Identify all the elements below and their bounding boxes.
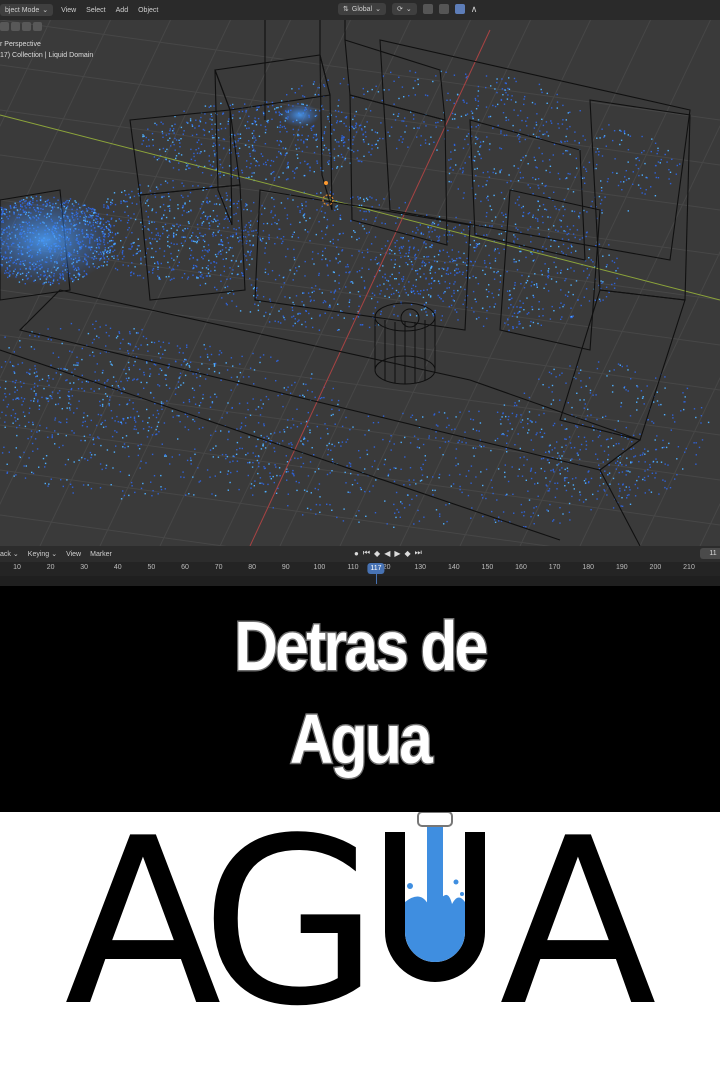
title-line-2: Agua	[50, 699, 669, 779]
select-invert-icon[interactable]	[33, 22, 42, 31]
frame-tick: 40	[114, 564, 122, 571]
title-line-1: Detras de	[50, 606, 669, 686]
play-icon[interactable]: ▶	[394, 549, 400, 558]
menu-playback-label: ack	[0, 551, 11, 558]
frame-tick: 200	[650, 564, 662, 571]
frame-tick: 130	[414, 564, 426, 571]
viewport-tool-buttons	[0, 22, 42, 31]
frame-tick: 180	[582, 564, 594, 571]
chevron-down-icon: ⌄	[406, 5, 412, 13]
frame-tick: 100	[314, 564, 326, 571]
logo-letter-a2: A	[499, 812, 656, 1057]
faucet	[418, 812, 452, 826]
next-keyframe-icon[interactable]: ◆	[405, 549, 411, 558]
snap-target-icon[interactable]	[439, 4, 449, 14]
current-frame-indicator[interactable]: 117	[367, 563, 384, 574]
menu-keying[interactable]: Keying ⌄	[28, 550, 57, 558]
orientation-label: Global	[352, 6, 372, 13]
frame-tick: 170	[549, 564, 561, 571]
frame-tick: 190	[616, 564, 628, 571]
frame-tick: 10	[13, 564, 21, 571]
logo-letter-g: G	[201, 812, 379, 1057]
playback-controls: ● ⏮ ◆ ◀ ▶ ◆ ⏭	[354, 548, 422, 558]
chevron-down-icon: ⌄	[375, 5, 381, 13]
menu-object[interactable]: Object	[138, 7, 158, 14]
agua-logo-graphic: A G A	[0, 812, 720, 1080]
frame-tick: 20	[47, 564, 55, 571]
agua-logo: A G A	[0, 812, 720, 1080]
frame-tick: 30	[80, 564, 88, 571]
viewport-header: bject Mode ⌄ View Select Add Object ⇅ Gl…	[0, 0, 720, 20]
frame-tick: 110	[347, 564, 358, 571]
chevron-down-icon: ⌄	[42, 6, 48, 14]
menu-view[interactable]: View	[66, 551, 81, 558]
frame-tick: 90	[282, 564, 290, 571]
jump-start-icon[interactable]: ⏮	[363, 548, 370, 558]
water-stream	[427, 824, 443, 909]
snap-toggle[interactable]	[423, 4, 433, 14]
chevron-down-icon: ⌄	[13, 550, 19, 558]
timeline-track-area[interactable]	[0, 576, 720, 586]
playhead[interactable]	[376, 574, 377, 584]
timeline-ruler[interactable]: 1020304050607080901001102013014015016017…	[0, 562, 720, 576]
viewport-scene	[0, 0, 720, 546]
select-subtract-icon[interactable]	[22, 22, 31, 31]
title-banner: Detras de Agua	[0, 586, 720, 812]
prev-keyframe-icon[interactable]: ◆	[374, 549, 380, 558]
menu-marker[interactable]: Marker	[90, 551, 112, 558]
frame-tick: 140	[448, 564, 460, 571]
frame-tick: 210	[683, 564, 695, 571]
logo-letter-a1: A	[64, 812, 221, 1057]
pivot-dropdown[interactable]: ⟳ ⌄	[392, 3, 417, 15]
proportional-edit-toggle[interactable]	[455, 4, 465, 14]
menu-playback[interactable]: ack ⌄	[0, 550, 19, 558]
chevron-down-icon: ⌄	[51, 550, 57, 558]
transform-tools: ⇅ Global ⌄ ⟳ ⌄ ∧	[338, 3, 477, 15]
current-frame-field[interactable]: 11	[700, 548, 720, 559]
3d-viewport[interactable]: bject Mode ⌄ View Select Add Object ⇅ Gl…	[0, 0, 720, 546]
collection-label: 17) Collection | Liquid Domain	[0, 51, 93, 61]
select-box-icon[interactable]	[0, 22, 9, 31]
orientation-icon: ⇅	[343, 5, 349, 13]
frame-tick: 50	[147, 564, 155, 571]
perspective-label: r Perspective	[0, 40, 41, 50]
frame-tick: 160	[515, 564, 527, 571]
mode-selector[interactable]: bject Mode ⌄	[0, 4, 53, 16]
falloff-icon[interactable]: ∧	[471, 4, 478, 15]
frame-tick: 70	[215, 564, 223, 571]
logo-letter-u-glass	[395, 812, 475, 972]
play-reverse-icon[interactable]: ◀	[384, 549, 390, 558]
menu-keying-label: Keying	[28, 551, 49, 558]
frame-tick: 80	[248, 564, 256, 571]
jump-end-icon[interactable]: ⏭	[415, 548, 422, 558]
menu-view[interactable]: View	[61, 7, 76, 14]
frame-tick: 150	[482, 564, 494, 571]
select-extend-icon[interactable]	[11, 22, 20, 31]
mode-label: bject Mode	[5, 7, 39, 14]
timeline-header: ack ⌄ Keying ⌄ View Marker ● ⏮ ◆ ◀ ▶ ◆ ⏭…	[0, 546, 720, 562]
pivot-icon: ⟳	[397, 5, 403, 13]
frame-tick: 60	[181, 564, 189, 571]
orientation-dropdown[interactable]: ⇅ Global ⌄	[338, 3, 386, 15]
record-icon[interactable]: ●	[354, 549, 359, 558]
menu-add[interactable]: Add	[116, 7, 128, 14]
menu-select[interactable]: Select	[86, 7, 105, 14]
